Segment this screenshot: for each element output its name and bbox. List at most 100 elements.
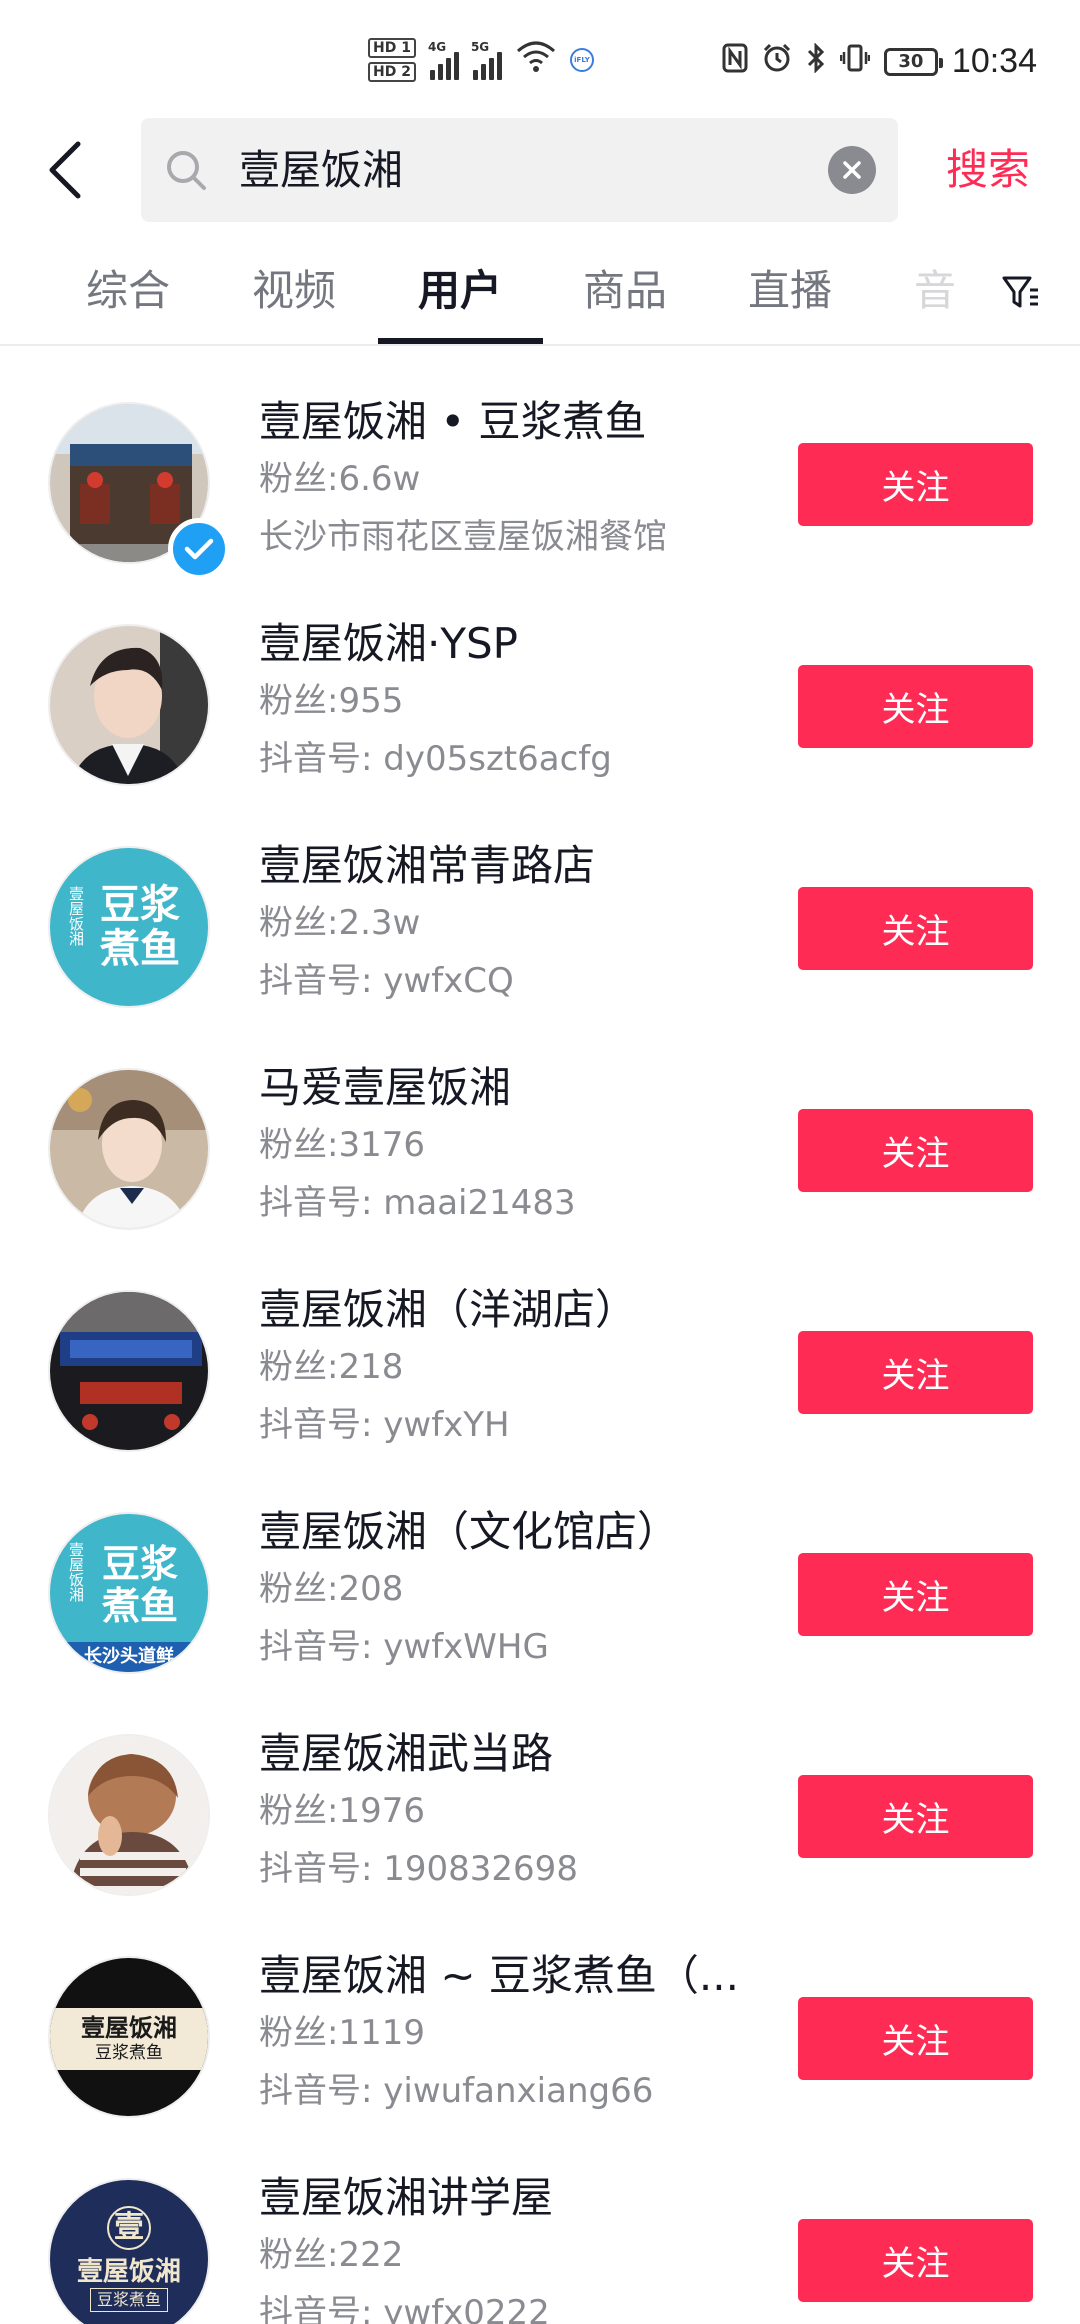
user-fans-count: 粉丝:955: [259, 681, 404, 721]
follow-button[interactable]: 关注: [798, 2219, 1033, 2302]
avatar-bottom-text: 长沙头道鲜: [50, 1642, 208, 1672]
user-row[interactable]: 壹屋饭湘 豆浆煮鱼 壹屋饭湘 ~ 豆浆煮鱼（... 粉丝:1119 抖音号: y…: [0, 1904, 1080, 2126]
user-row[interactable]: 壹屋饭湘·YSP 粉丝:955 抖音号: dy05szt6acfg 关注: [0, 572, 1080, 794]
follow-button[interactable]: 关注: [798, 1553, 1033, 1636]
active-tab-indicator: [378, 338, 543, 344]
bluetooth-icon: [806, 41, 826, 81]
vibrate-icon: [839, 43, 871, 81]
brand-logo-teal-image: 壹屋饭湘 豆浆 煮鱼 长沙头道鲜: [50, 1514, 208, 1672]
tab-videos[interactable]: 视频: [252, 262, 336, 320]
tab-products[interactable]: 商品: [583, 262, 667, 320]
back-button[interactable]: [46, 140, 86, 200]
user-avatar[interactable]: [48, 1290, 210, 1452]
clock: 10:34: [951, 42, 1037, 80]
follow-button[interactable]: 关注: [798, 887, 1033, 970]
user-subtitle: 抖音号: yiwufanxiang66: [259, 2071, 654, 2111]
user-name[interactable]: 壹屋饭湘 ~ 豆浆煮鱼（...: [259, 1948, 739, 2004]
avatar-line-2: 豆浆煮鱼: [89, 2288, 168, 2312]
person-avatar-image: [50, 1070, 208, 1228]
iflytek-icon: iFLY: [569, 48, 594, 72]
avatar-line-1: 豆浆: [100, 882, 180, 928]
clear-search-button[interactable]: [828, 146, 876, 194]
avatar-line-2: 煮鱼: [100, 926, 180, 972]
user-avatar[interactable]: [48, 1734, 210, 1896]
user-fans-count: 粉丝:1976: [259, 1791, 425, 1831]
user-fans-count: 粉丝:218: [259, 1347, 404, 1387]
user-name[interactable]: 马爱壹屋饭湘: [259, 1060, 511, 1116]
user-avatar[interactable]: [48, 624, 210, 786]
user-avatar[interactable]: [48, 1068, 210, 1230]
user-name[interactable]: 壹屋饭湘（文化馆店）: [259, 1504, 679, 1560]
search-button[interactable]: 搜索: [946, 140, 1030, 200]
hd-voice-indicator: HD 1 HD 2: [368, 38, 416, 82]
user-row[interactable]: 壹 壹屋饭湘 豆浆煮鱼 壹屋饭湘讲学屋 粉丝:222 抖音号: ywfx0222…: [0, 2126, 1080, 2324]
user-subtitle: 抖音号: ywfxCQ: [259, 961, 514, 1001]
follow-button[interactable]: 关注: [798, 1997, 1033, 2080]
user-fans-count: 粉丝:222: [259, 2235, 404, 2275]
wifi-icon: [516, 39, 556, 82]
user-fans-count: 粉丝:6.6w: [259, 459, 421, 499]
search-icon: [167, 151, 206, 190]
user-row[interactable]: 壹屋饭湘武当路 粉丝:1976 抖音号: 190832698 关注: [0, 1682, 1080, 1904]
user-row[interactable]: 壹屋饭湘 豆浆 煮鱼 壹屋饭湘常青路店 粉丝:2.3w 抖音号: ywfxCQ …: [0, 794, 1080, 1016]
alarm-icon: [762, 43, 792, 81]
tab-live[interactable]: 直播: [748, 262, 832, 320]
user-row[interactable]: 壹屋饭湘 • 豆浆煮鱼 粉丝:6.6w 长沙市雨花区壹屋饭湘餐馆 关注: [0, 350, 1080, 580]
person-avatar-image: [50, 626, 208, 784]
user-row[interactable]: 壹屋饭湘 豆浆 煮鱼 长沙头道鲜 壹屋饭湘（文化馆店） 粉丝:208 抖音号: …: [0, 1460, 1080, 1682]
avatar-side-text: 壹屋饭湘: [67, 1542, 85, 1602]
person-avatar-image: [50, 1736, 208, 1894]
chevron-left-icon: [49, 141, 81, 199]
user-row[interactable]: 壹屋饭湘（洋湖店） 粉丝:218 抖音号: ywfxYH 关注: [0, 1238, 1080, 1460]
user-subtitle: 抖音号: ywfxWHG: [259, 1627, 549, 1667]
user-avatar[interactable]: 壹屋饭湘 豆浆煮鱼: [48, 1956, 210, 2118]
user-avatar[interactable]: 壹 壹屋饭湘 豆浆煮鱼: [48, 2178, 210, 2324]
avatar-line-2: 豆浆煮鱼: [95, 2043, 163, 2063]
user-name[interactable]: 壹屋饭湘讲学屋: [259, 2170, 553, 2226]
tab-comprehensive[interactable]: 综合: [86, 262, 170, 320]
filter-icon[interactable]: [1000, 272, 1040, 312]
follow-button[interactable]: 关注: [798, 665, 1033, 748]
user-avatar[interactable]: 壹屋饭湘 豆浆 煮鱼 长沙头道鲜: [48, 1512, 210, 1674]
result-tabs: 综合 视频 用户 商品 直播 音: [0, 250, 1080, 346]
user-subtitle: 长沙市雨花区壹屋饭湘餐馆: [259, 517, 667, 557]
follow-button[interactable]: 关注: [798, 1775, 1033, 1858]
tab-users[interactable]: 用户: [418, 262, 502, 320]
verified-badge-icon: [168, 518, 230, 580]
status-bar-right: 30 10:34: [722, 41, 1037, 81]
user-fans-count: 粉丝:2.3w: [259, 903, 421, 943]
follow-button[interactable]: 关注: [798, 1109, 1033, 1192]
hd-1-label: HD 1: [368, 38, 416, 58]
battery-icon: 30: [883, 47, 943, 76]
user-row[interactable]: 马爱壹屋饭湘 粉丝:3176 抖音号: maai21483 关注: [0, 1016, 1080, 1238]
brand-logo-teal-image: 壹屋饭湘 豆浆 煮鱼: [50, 848, 208, 1006]
status-bar-left: HD 1 HD 2 4G 5G iFLY: [368, 38, 594, 82]
avatar-side-text: 壹屋饭湘: [67, 886, 85, 946]
user-name[interactable]: 壹屋饭湘·YSP: [259, 616, 518, 672]
user-fans-count: 粉丝:1119: [259, 2013, 425, 2053]
user-subtitle: 抖音号: maai21483: [259, 1183, 576, 1223]
avatar-line-1: 豆浆: [101, 1542, 178, 1586]
avatar-line-1: 壹屋饭湘: [81, 2014, 177, 2042]
user-name[interactable]: 壹屋饭湘常青路店: [259, 838, 595, 894]
avatar-line-1: 壹屋饭湘: [76, 2257, 181, 2287]
nfc-icon: [722, 43, 748, 81]
user-name[interactable]: 壹屋饭湘（洋湖店）: [259, 1282, 637, 1338]
user-avatar[interactable]: 壹屋饭湘 豆浆 煮鱼: [48, 846, 210, 1008]
hd-2-label: HD 2: [368, 62, 416, 82]
avatar-line-2: 煮鱼: [101, 1584, 178, 1628]
user-fans-count: 粉丝:208: [259, 1569, 404, 1609]
follow-button[interactable]: 关注: [798, 1331, 1033, 1414]
user-name[interactable]: 壹屋饭湘 • 豆浆煮鱼: [259, 394, 646, 450]
search-input[interactable]: 壹屋饭湘: [141, 118, 898, 222]
follow-button[interactable]: 关注: [798, 443, 1033, 526]
search-query-text[interactable]: 壹屋饭湘: [239, 142, 403, 198]
user-subtitle: 抖音号: ywfx0222: [259, 2293, 550, 2324]
tab-music[interactable]: 音: [914, 262, 956, 320]
network-1-label: 4G: [427, 40, 447, 54]
user-name[interactable]: 壹屋饭湘武当路: [259, 1726, 553, 1782]
storefront-night-avatar-image: [50, 1292, 208, 1450]
status-bar: HD 1 HD 2 4G 5G iFLY 30 10:34: [0, 0, 1080, 120]
close-icon: [843, 161, 861, 179]
user-subtitle: 抖音号: dy05szt6acfg: [259, 739, 612, 779]
